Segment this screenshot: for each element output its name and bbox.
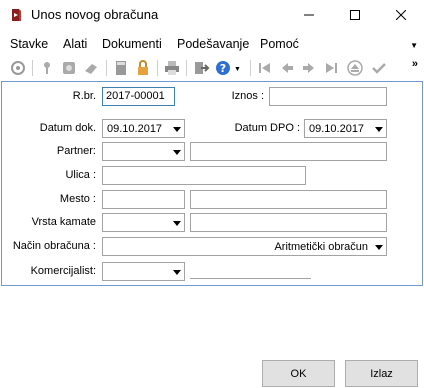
menu-bar: Stavke Alati Dokumenti Podešavanje Pomoć… — [0, 33, 424, 55]
partner-select[interactable] — [102, 142, 185, 161]
check-icon[interactable] — [370, 59, 388, 77]
chevron-down-icon — [375, 127, 383, 132]
vrsta-kamate-label: Vrsta kamate — [31, 216, 96, 228]
menu-overflow-icon[interactable]: ▼ — [410, 41, 418, 50]
window-title: Unos novog obračuna — [31, 7, 159, 22]
vrsta-kamate-select[interactable] — [102, 213, 185, 232]
help-dropdown-icon[interactable]: ▼ — [234, 66, 241, 73]
chevron-down-icon — [173, 221, 181, 226]
rbr-value: 2017-00001 — [106, 90, 165, 102]
toolbar-separator — [32, 60, 33, 76]
komercijalist-label: Komercijalist: — [30, 265, 96, 277]
partner-name-field[interactable] — [190, 142, 387, 161]
print-icon[interactable] — [163, 59, 181, 77]
chevron-down-icon — [173, 270, 181, 275]
toolbar-separator — [186, 60, 187, 76]
datum-dpo-label: Datum DPO : — [234, 122, 300, 134]
menu-alati[interactable]: Alati — [63, 37, 87, 51]
chevron-down-icon — [375, 245, 383, 250]
toolbar: ? ▼ » — [0, 56, 424, 80]
datum-dok-label: Datum dok. — [39, 122, 96, 134]
minimize-button[interactable] — [286, 0, 332, 30]
izlaz-button[interactable]: Izlaz — [345, 360, 418, 387]
form-panel: R.br. 2017-00001 Iznos : Datum dok. 09.1… — [1, 81, 423, 286]
ulica-input[interactable] — [102, 166, 306, 185]
key-icon[interactable] — [38, 59, 56, 77]
chevron-down-icon — [173, 150, 181, 155]
datum-dpo-picker[interactable]: 09.10.2017 — [304, 119, 387, 138]
mesto-code-input[interactable] — [102, 190, 185, 209]
mesto-label: Mesto : — [59, 193, 96, 205]
komercijalist-select[interactable] — [102, 262, 185, 281]
rbr-label: R.br. — [72, 90, 96, 102]
datum-dok-value: 09.10.2017 — [107, 123, 163, 135]
help-icon[interactable]: ? — [214, 59, 232, 77]
document-arrow-icon — [9, 8, 23, 22]
toolbar-separator — [250, 60, 251, 76]
prev-record-icon[interactable] — [278, 59, 296, 77]
nacin-obracuna-select[interactable]: Aritmetički obračun — [102, 237, 387, 256]
eraser-icon[interactable] — [82, 59, 100, 77]
first-record-icon[interactable] — [256, 59, 274, 77]
datum-dok-picker[interactable]: 09.10.2017 — [102, 119, 185, 138]
maximize-button[interactable] — [332, 0, 378, 30]
partner-label: Partner: — [56, 145, 96, 157]
toolbar-overflow-icon[interactable]: » — [412, 58, 418, 70]
svg-text:?: ? — [220, 62, 226, 75]
toolbar-separator — [106, 60, 107, 76]
menu-podesavanje[interactable]: Podešavanje — [177, 37, 249, 51]
nacin-obracuna-label: Način obračuna : — [12, 240, 96, 252]
menu-stavke[interactable]: Stavke — [10, 37, 48, 51]
menu-pomoc[interactable]: Pomoć — [260, 37, 299, 51]
refresh-icon[interactable] — [9, 59, 27, 77]
title-bar: Unos novog obračuna — [0, 0, 424, 30]
chevron-down-icon — [173, 127, 181, 132]
toolbar-separator — [157, 60, 158, 76]
eject-icon[interactable] — [346, 59, 364, 77]
mesto-name-field[interactable] — [190, 190, 387, 209]
ok-button[interactable]: OK — [262, 360, 335, 387]
menu-dokumenti[interactable]: Dokumenti — [102, 37, 162, 51]
last-record-icon[interactable] — [322, 59, 340, 77]
close-button[interactable] — [378, 0, 424, 30]
calculator-icon[interactable] — [112, 59, 130, 77]
rbr-input[interactable]: 2017-00001 — [102, 87, 175, 106]
vrsta-kamate-name-field[interactable] — [190, 213, 387, 232]
iznos-input[interactable] — [269, 87, 387, 106]
gear-icon[interactable] — [60, 59, 78, 77]
lock-icon[interactable] — [134, 59, 152, 77]
ulica-label: Ulica : — [65, 169, 96, 181]
datum-dpo-value: 09.10.2017 — [309, 123, 365, 135]
nacin-obracuna-value: Aritmetički obračun — [274, 241, 368, 253]
export-icon[interactable] — [192, 59, 210, 77]
iznos-label: Iznos : — [231, 90, 264, 102]
next-record-icon[interactable] — [300, 59, 318, 77]
komercijalist-name-field — [190, 278, 311, 279]
